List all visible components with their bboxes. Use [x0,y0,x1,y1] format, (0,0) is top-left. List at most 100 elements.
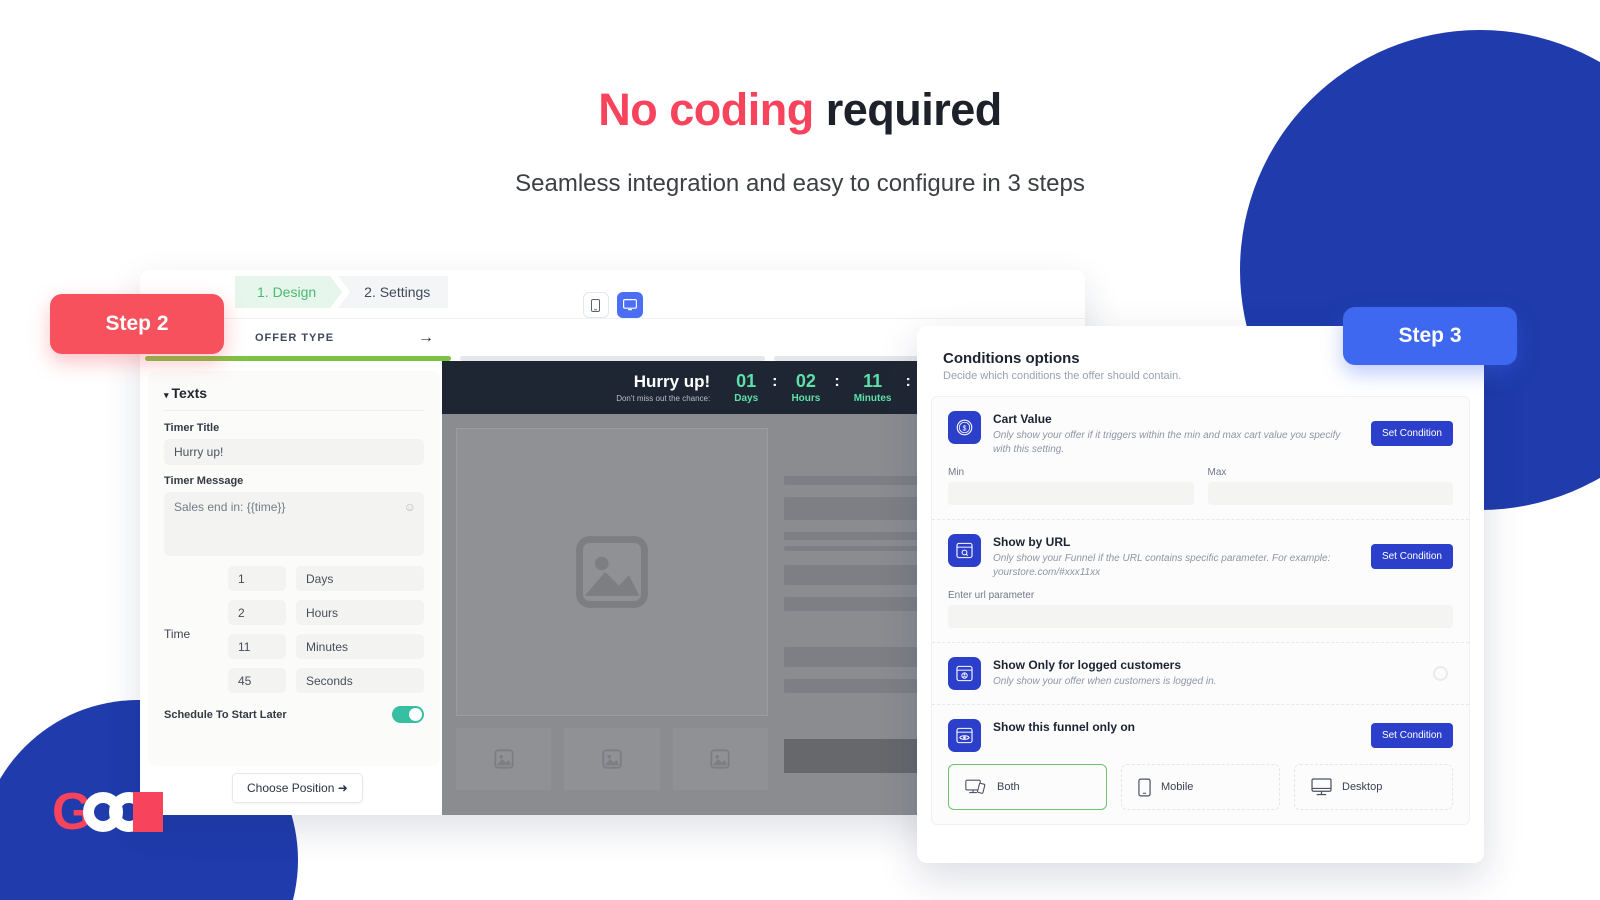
logged-customers-radio[interactable] [1433,666,1448,681]
desktop-icon [622,299,637,311]
tab-settings-label: 2. Settings [364,284,431,300]
condition-description: Only show your offer when customers is l… [993,676,1217,687]
set-condition-button[interactable]: Set Condition [1370,723,1453,748]
headline-accent: No coding [598,84,814,135]
svg-text:$: $ [963,425,967,433]
condition-header: Show Only for logged customers Only show… [948,657,1453,690]
desktop-preview-button[interactable] [616,292,643,318]
timer-message-value: Sales end in: {{time}} [174,500,286,514]
brand-logo-tail [133,792,164,832]
toggle-knob [409,708,422,721]
texts-settings-panel: ▾ Texts Timer Title Hurry up! Timer Messa… [148,371,440,766]
url-parameter-field: Enter url parameter [948,590,1453,628]
cart-value-inputs: Min Max [948,467,1453,505]
condition-text: Show this funnel only on [993,719,1359,734]
image-placeholder-icon [576,536,648,608]
cart-min-label: Min [948,467,965,478]
page-title: No coding required [0,84,1600,136]
time-rows: 1 Days 2 Hours 11 Minutes 45 Seconds [228,566,424,702]
time-minutes-input[interactable]: 11 [228,634,286,659]
browser-link-glyph [956,542,973,559]
condition-cart-value: $ Cart Value Only show your offer if it … [932,397,1469,520]
browser-eye-icon [948,719,981,752]
cart-min-input[interactable] [948,482,1194,505]
step-3-badge: Step 3 [1343,307,1517,365]
step-2-badge: Step 2 [50,294,224,354]
mobile-icon [1138,778,1151,796]
device-option-desktop[interactable]: Desktop [1294,764,1453,810]
set-condition-button[interactable]: Set Condition [1370,544,1453,569]
timer-title-label: Timer Title [164,422,220,434]
time-days-unit[interactable]: Days [296,566,424,591]
mockup-thumbnail [564,728,660,790]
conditions-options-panel: Conditions options Decide which conditio… [917,326,1484,863]
time-row: 2 Hours [228,600,424,625]
choose-position-button[interactable]: Choose Position ➜ [232,773,363,803]
device-option-mobile[interactable]: Mobile [1121,764,1280,810]
arrow-right-icon[interactable]: → [418,329,434,347]
timer-title-input[interactable]: Hurry up! [164,439,424,465]
mockup-gallery [456,428,768,801]
condition-logged-customers: Show Only for logged customers Only show… [932,643,1469,705]
condition-header: $ Cart Value Only show your offer if it … [948,411,1453,456]
mobile-icon [591,298,600,312]
countdown-title: Hurry up! [633,372,711,391]
time-hours-unit[interactable]: Hours [296,600,424,625]
condition-header: Show this funnel only on Set Condition [948,719,1453,752]
tab-design-label: 1. Design [257,284,317,300]
time-seconds-unit[interactable]: Seconds [296,668,424,693]
countdown-units: 01 Days : 02 Hours : 11 Minutes: [734,371,911,404]
time-row: 11 Minutes [228,634,424,659]
tab-settings[interactable]: 2. Settings [338,276,449,308]
preview-device-toggle [582,292,643,318]
device-option-both-label: Both [997,781,1020,793]
emoji-picker-icon[interactable]: ☺ [404,500,416,514]
conditions-subtitle: Decide which conditions the offer should… [943,370,1182,382]
time-row: 1 Days [228,566,424,591]
time-hours-input[interactable]: 2 [228,600,286,625]
schedule-row: Schedule To Start Later [164,706,424,723]
cart-max-input[interactable] [1207,482,1453,505]
time-seconds-input[interactable]: 45 [228,668,286,693]
browser-user-glyph [956,665,973,682]
timer-message-textarea[interactable]: Sales end in: {{time}} ☺ [164,492,424,556]
page-subtitle: Seamless integration and easy to configu… [515,170,1085,197]
image-placeholder-icon [602,749,622,769]
time-label: Time [164,627,191,641]
schedule-label: Schedule To Start Later [164,708,287,721]
device-option-mobile-label: Mobile [1161,781,1194,793]
condition-text: Cart Value Only show your offer if it tr… [993,411,1359,456]
condition-text: Show Only for logged customers Only show… [993,657,1421,689]
cart-min-field: Min [948,467,1194,505]
condition-name: Cart Value [993,412,1052,426]
brand-logo: G [52,786,164,838]
time-minutes-unit[interactable]: Minutes [296,634,424,659]
time-row: 45 Seconds [228,668,424,693]
schedule-toggle[interactable] [392,706,424,723]
image-placeholder-icon [494,749,514,769]
countdown-unit-minutes: 11 Minutes [854,371,892,404]
device-option-both[interactable]: Both [948,764,1107,810]
both-devices-icon [965,779,986,794]
mobile-preview-button[interactable] [582,292,609,318]
countdown-unit-days: 01 Days [734,371,758,404]
condition-name: Show this funnel only on [993,720,1135,734]
tab-design[interactable]: 1. Design [235,276,342,308]
coin-dollar-icon: $ [948,411,981,444]
texts-section-title[interactable]: ▾ Texts [164,385,424,411]
desktop-icon [1311,778,1332,796]
time-days-input[interactable]: 1 [228,566,286,591]
image-placeholder-icon [710,749,730,769]
url-parameter-input[interactable] [948,605,1453,628]
mockup-thumbnail [456,728,552,790]
countdown-unit-hours: 02 Hours [791,371,820,404]
countdown-subtitle: Don't miss out the chance: [616,394,711,403]
countdown-title-block: Hurry up! Don't miss out the chance: [616,372,710,403]
browser-user-icon [948,657,981,690]
page-root: No coding required Seamless integration … [0,0,1600,900]
condition-device-target: Show this funnel only on Set Condition B… [932,705,1469,824]
condition-description: Only show your offer if it triggers with… [993,430,1341,455]
countdown-days-value: 01 [736,371,757,391]
set-condition-button[interactable]: Set Condition [1370,421,1453,446]
countdown-separator: : [905,372,911,390]
